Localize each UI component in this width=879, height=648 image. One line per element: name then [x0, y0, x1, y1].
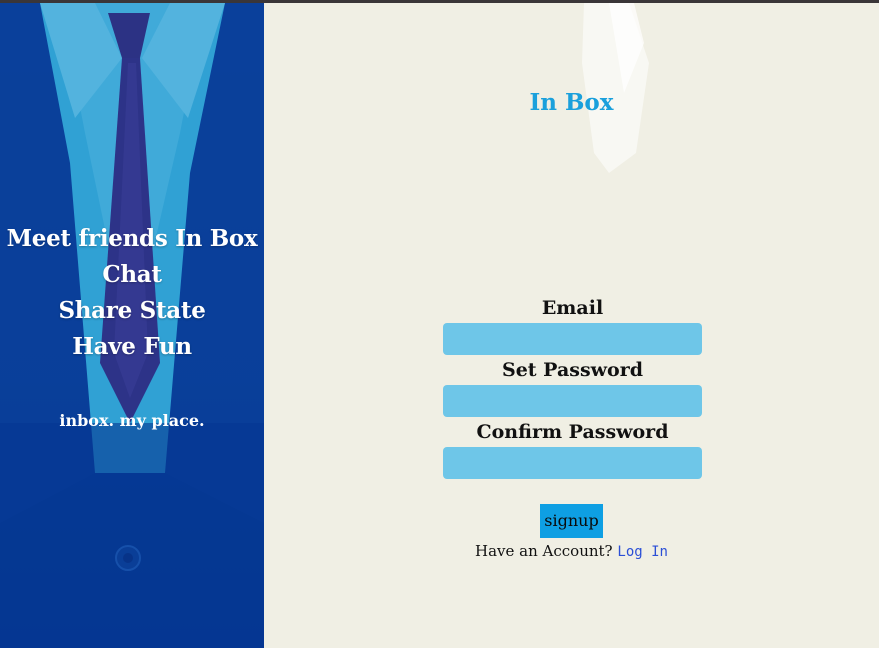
- confirm-password-field[interactable]: [443, 447, 702, 479]
- hero-line-have-fun: Have Fun: [72, 333, 192, 360]
- hero-panel: Meet friends In Box Chat Share State Hav…: [0, 3, 264, 648]
- submit-row: signup: [264, 504, 879, 538]
- signup-button[interactable]: signup: [540, 504, 603, 538]
- hero-line-share-state: Share State: [58, 297, 206, 324]
- email-label: Email: [541, 297, 604, 319]
- hero-headline: Meet friends In Box Chat Share State Hav…: [0, 221, 264, 365]
- hero-tagline: inbox. my place.: [59, 411, 205, 430]
- hero-line-chat: Chat: [102, 261, 162, 288]
- app-title: In Box: [529, 89, 614, 116]
- signup-panel: In Box Email Set Password Confirm Passwo…: [264, 3, 879, 648]
- set-password-field[interactable]: [443, 385, 702, 417]
- confirm-password-label: Confirm Password: [476, 421, 669, 443]
- set-password-label: Set Password: [501, 359, 643, 381]
- hero-line-meet-friends: Meet friends In Box: [6, 225, 258, 252]
- have-account-text: Have an Account?: [475, 542, 613, 560]
- email-field[interactable]: [443, 323, 702, 355]
- login-prompt-row: Have an Account? Log In: [264, 542, 879, 560]
- faded-suit-watermark: [582, 3, 649, 173]
- signup-form: Email Set Password Confirm Password: [443, 295, 702, 481]
- login-link[interactable]: Log In: [617, 544, 668, 560]
